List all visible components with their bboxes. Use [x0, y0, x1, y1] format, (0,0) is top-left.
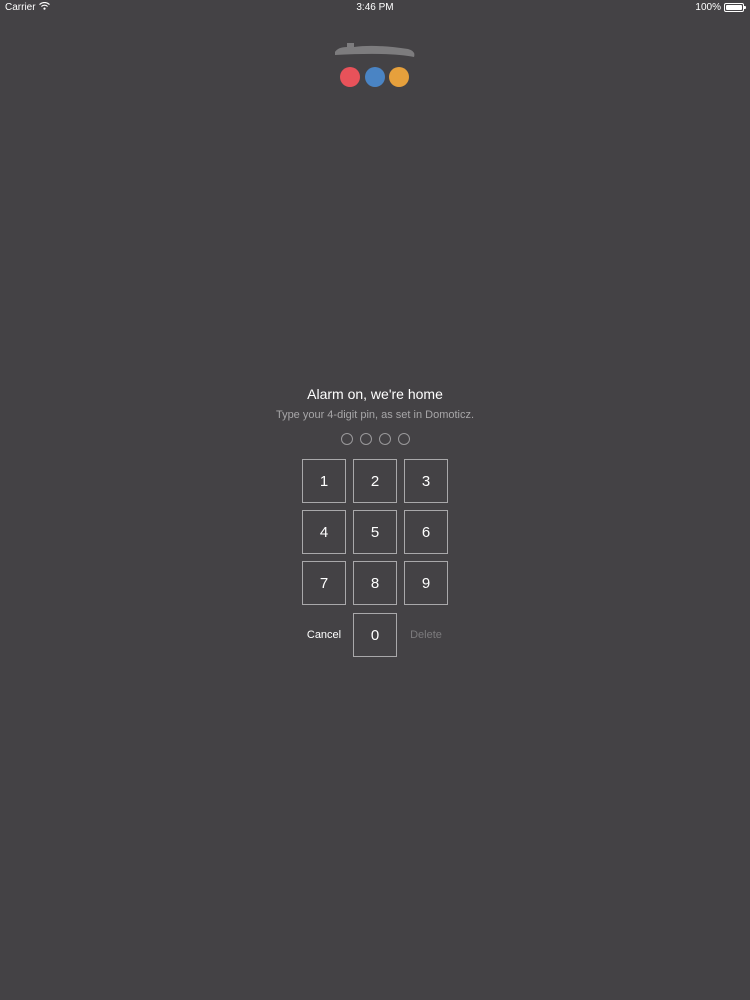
- key-6[interactable]: 6: [404, 510, 448, 554]
- lock-subtitle: Type your 4-digit pin, as set in Domotic…: [275, 409, 475, 421]
- lock-title: Alarm on, we're home: [307, 386, 443, 402]
- domoticz-logo: [335, 43, 415, 87]
- status-right: 100%: [695, 2, 746, 13]
- pin-indicator: [0, 433, 750, 445]
- key-7[interactable]: 7: [302, 561, 346, 605]
- key-4[interactable]: 4: [302, 510, 346, 554]
- battery-fill: [726, 5, 742, 10]
- key-3[interactable]: 3: [404, 459, 448, 503]
- key-1[interactable]: 1: [302, 459, 346, 503]
- pin-dot: [340, 433, 353, 445]
- status-time: 3:46 PM: [356, 2, 394, 13]
- battery-percent: 100%: [695, 2, 721, 13]
- logo-dot-blue: [365, 67, 385, 87]
- battery-icon: [724, 3, 746, 12]
- pin-dot: [397, 433, 410, 445]
- logo-roof: [335, 43, 415, 57]
- delete-button[interactable]: Delete: [404, 613, 448, 657]
- key-9[interactable]: 9: [404, 561, 448, 605]
- key-0[interactable]: 0: [353, 613, 397, 657]
- status-bar: Carrier 3:46 PM 100%: [0, 0, 750, 16]
- pin-dot: [359, 433, 372, 445]
- key-8[interactable]: 8: [353, 561, 397, 605]
- logo-dot-orange: [389, 67, 409, 87]
- logo-dot-red: [340, 67, 360, 87]
- cancel-button[interactable]: Cancel: [302, 613, 346, 657]
- key-5[interactable]: 5: [353, 510, 397, 554]
- pin-dot: [378, 433, 391, 445]
- key-2[interactable]: 2: [353, 459, 397, 503]
